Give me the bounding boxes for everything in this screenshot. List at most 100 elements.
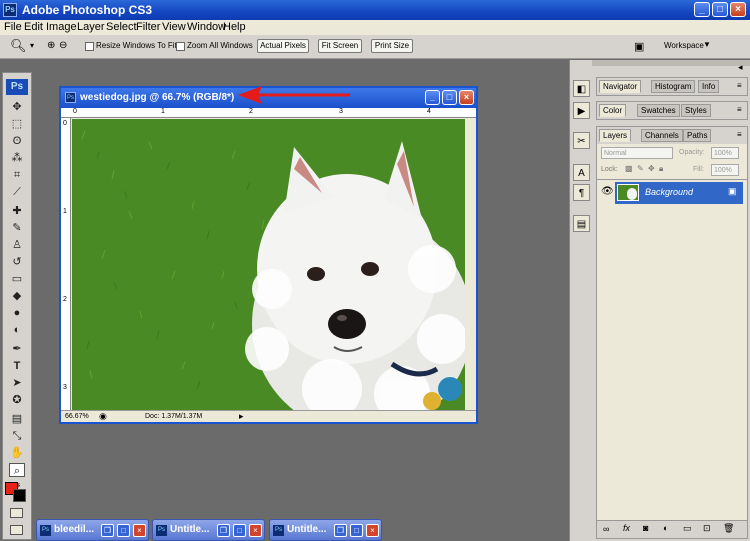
- image-canvas[interactable]: [72, 119, 465, 413]
- restore-button[interactable]: ❐: [334, 524, 347, 537]
- healing-brush-tool-icon[interactable]: ✚: [9, 204, 25, 218]
- lock-position-icon[interactable]: ✥: [648, 164, 655, 173]
- lock-all-icon[interactable]: 🔒︎: [659, 164, 663, 174]
- document-close-button[interactable]: ×: [459, 90, 474, 105]
- path-selection-tool-icon[interactable]: ➤: [9, 376, 25, 390]
- tab-color[interactable]: Color: [599, 104, 627, 117]
- character-panel-icon[interactable]: A: [573, 164, 590, 181]
- close-button[interactable]: ×: [366, 524, 379, 537]
- menu-edit[interactable]: Edit: [24, 21, 43, 33]
- clone-stamp-tool-icon[interactable]: ♙: [9, 238, 25, 252]
- zoom-in-icon[interactable]: ⊕: [47, 40, 55, 51]
- eyedropper-tool-icon[interactable]: ⤡: [9, 429, 25, 443]
- marquee-tool-icon[interactable]: ⬚: [9, 117, 25, 131]
- actual-pixels-button[interactable]: Actual Pixels: [257, 39, 309, 53]
- brush-tool-icon[interactable]: ✎: [9, 221, 25, 235]
- status-menu-icon[interactable]: ◉: [99, 411, 107, 422]
- menu-help[interactable]: Help: [223, 21, 246, 33]
- tab-layers[interactable]: Layers: [599, 129, 632, 142]
- minimized-document[interactable]: Ps Untitle... ❐ □ ×: [152, 519, 265, 541]
- layer-mask-icon[interactable]: ◙: [643, 523, 648, 533]
- panel-menu-icon[interactable]: ≡: [737, 105, 742, 114]
- custom-shape-tool-icon[interactable]: ✪: [9, 393, 25, 407]
- notes-tool-icon[interactable]: ▤: [9, 412, 25, 426]
- maximize-button[interactable]: □: [350, 524, 363, 537]
- restore-button[interactable]: ❐: [217, 524, 230, 537]
- document-minimize-button[interactable]: _: [425, 90, 440, 105]
- opacity-field[interactable]: 100%: [711, 147, 739, 159]
- close-button[interactable]: ×: [133, 524, 146, 537]
- menu-file[interactable]: File: [4, 21, 22, 33]
- zoom-out-icon[interactable]: ⊖: [59, 40, 67, 51]
- adjustment-layer-icon[interactable]: ◐: [663, 523, 668, 533]
- maximize-button[interactable]: □: [712, 2, 728, 17]
- panel-menu-icon[interactable]: ≡: [737, 81, 742, 90]
- tab-info[interactable]: Info: [698, 80, 720, 93]
- panel-menu-icon[interactable]: ≡: [737, 130, 742, 139]
- minimize-button[interactable]: _: [694, 2, 710, 17]
- group-layers-icon[interactable]: ▭: [683, 523, 692, 534]
- layer-visibility-eye-icon[interactable]: 👁︎: [601, 186, 614, 197]
- eraser-tool-icon[interactable]: ▭: [9, 272, 25, 286]
- quick-mask-icon[interactable]: [10, 508, 23, 518]
- document-maximize-button[interactable]: □: [442, 90, 457, 105]
- minimized-document[interactable]: Ps bleedil... ❐ □ ×: [36, 519, 149, 541]
- new-layer-icon[interactable]: ⊡: [703, 523, 711, 534]
- background-color-swatch[interactable]: [13, 489, 26, 502]
- maximize-button[interactable]: □: [233, 524, 246, 537]
- layer-comps-panel-icon[interactable]: ▤: [573, 215, 590, 232]
- type-tool-icon[interactable]: T: [9, 359, 25, 373]
- layer-style-icon[interactable]: fx: [623, 523, 630, 533]
- pen-tool-icon[interactable]: ✒: [9, 342, 25, 356]
- link-layers-icon[interactable]: ∞: [603, 524, 609, 534]
- close-button[interactable]: ×: [730, 2, 746, 17]
- panel-column-header[interactable]: [592, 60, 750, 66]
- screen-mode-icon[interactable]: [10, 525, 23, 535]
- tab-histogram[interactable]: Histogram: [651, 80, 696, 93]
- lock-transparency-icon[interactable]: ▩: [625, 164, 633, 173]
- tab-navigator[interactable]: Navigator: [599, 80, 642, 93]
- lock-pixels-icon[interactable]: ✎: [637, 164, 644, 173]
- fill-field[interactable]: 100%: [711, 164, 739, 176]
- blend-mode-select[interactable]: Normal: [601, 147, 673, 159]
- restore-button[interactable]: ❐: [101, 524, 114, 537]
- menu-image[interactable]: Image: [46, 21, 77, 33]
- brushes-panel-icon[interactable]: ✂: [573, 132, 590, 149]
- canvas-scrollbar[interactable]: [465, 119, 476, 413]
- zoom-all-checkbox[interactable]: [176, 42, 185, 51]
- navigator-panel-icon[interactable]: ◧: [573, 80, 590, 97]
- lasso-tool-icon[interactable]: ʘ: [9, 134, 25, 148]
- fit-screen-button[interactable]: Fit Screen: [318, 39, 362, 53]
- workspace-menu[interactable]: Workspace: [664, 41, 704, 50]
- menu-view[interactable]: View: [162, 21, 186, 33]
- tool-preset-dropdown-icon[interactable]: ▾: [30, 41, 34, 50]
- crop-tool-icon[interactable]: ⌗: [9, 168, 25, 182]
- menu-select[interactable]: Select: [106, 21, 137, 33]
- slice-tool-icon[interactable]: ⟋: [9, 185, 25, 199]
- tab-styles[interactable]: Styles: [681, 104, 711, 117]
- move-tool-icon[interactable]: ✥: [9, 100, 25, 114]
- actions-panel-icon[interactable]: ▶: [573, 102, 590, 119]
- minimized-document[interactable]: Ps Untitle... ❐ □ ×: [269, 519, 382, 541]
- close-button[interactable]: ×: [249, 524, 262, 537]
- history-brush-tool-icon[interactable]: ↺: [9, 255, 25, 269]
- maximize-button[interactable]: □: [117, 524, 130, 537]
- paragraph-panel-icon[interactable]: ¶: [573, 184, 590, 201]
- resize-windows-checkbox[interactable]: [85, 42, 94, 51]
- menu-window[interactable]: Window: [187, 21, 226, 33]
- tab-channels[interactable]: Channels: [641, 129, 683, 142]
- tab-swatches[interactable]: Swatches: [637, 104, 680, 117]
- menu-filter[interactable]: Filter: [136, 21, 160, 33]
- file-browser-icon[interactable]: ▣: [634, 40, 644, 53]
- magic-wand-tool-icon[interactable]: ⁂: [9, 151, 25, 165]
- zoom-tool-icon[interactable]: 🔍︎: [10, 38, 27, 54]
- hand-tool-icon[interactable]: ✋: [9, 446, 25, 460]
- workspace-dropdown-icon[interactable]: ▼: [703, 40, 711, 49]
- zoom-level[interactable]: 66.67%: [65, 413, 89, 420]
- blur-tool-icon[interactable]: ●: [9, 306, 25, 320]
- layer-row-background[interactable]: Background ▣: [615, 182, 743, 204]
- print-size-button[interactable]: Print Size: [371, 39, 413, 53]
- delete-layer-icon[interactable]: 🗑︎: [723, 523, 734, 534]
- menu-layer[interactable]: Layer: [77, 21, 105, 33]
- status-arrow-icon[interactable]: ▸: [239, 411, 244, 422]
